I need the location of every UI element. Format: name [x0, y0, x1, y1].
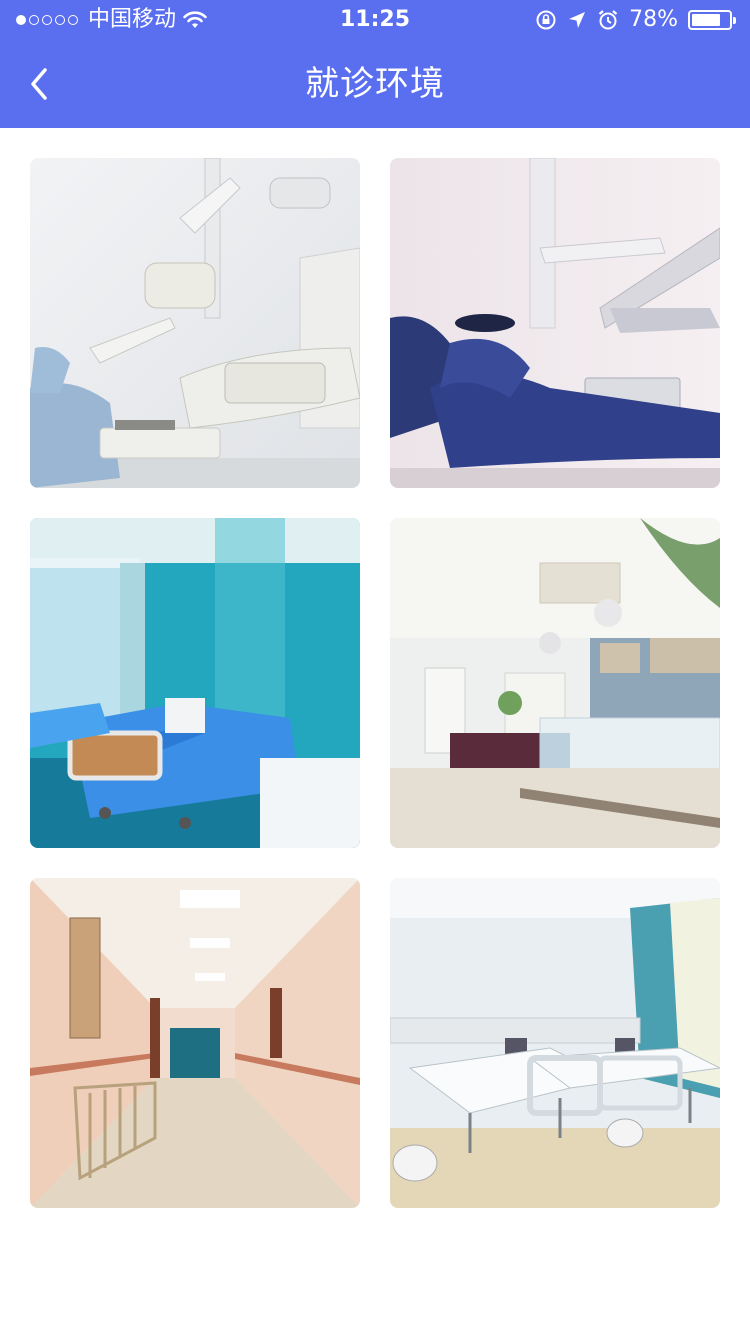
dental-chair-navy-photo	[390, 158, 720, 488]
gallery-image-corridor[interactable]	[30, 878, 360, 1208]
rotation-lock-icon	[536, 10, 556, 30]
gallery-image-clinic-lobby[interactable]	[390, 518, 720, 848]
battery-icon	[688, 10, 736, 30]
back-button[interactable]	[14, 54, 74, 114]
blue-hospital-ward-photo	[30, 518, 360, 848]
chevron-left-icon	[31, 68, 47, 100]
clinic-lobby-photo	[390, 518, 720, 848]
status-right: 78%	[535, 0, 736, 40]
page-title: 就诊环境	[305, 64, 445, 104]
status-bar: 中国移动 11:25 78%	[0, 0, 750, 40]
hospital-corridor-photo	[30, 878, 360, 1208]
nav-bar: 就诊环境	[0, 40, 750, 128]
battery-percent: 78%	[629, 7, 678, 32]
gallery-image-blue-ward[interactable]	[30, 518, 360, 848]
dental-unit-white-photo	[30, 158, 360, 488]
gallery-image-dental-chair[interactable]	[390, 158, 720, 488]
location-arrow-icon	[569, 12, 586, 28]
top-bar: 中国移动 11:25 78% 就诊环境	[0, 0, 750, 128]
white-hospital-ward-photo	[390, 878, 720, 1208]
alarm-clock-icon	[598, 10, 618, 30]
gallery-image-white-ward[interactable]	[390, 878, 720, 1208]
gallery-image-dental-unit[interactable]	[30, 158, 360, 488]
